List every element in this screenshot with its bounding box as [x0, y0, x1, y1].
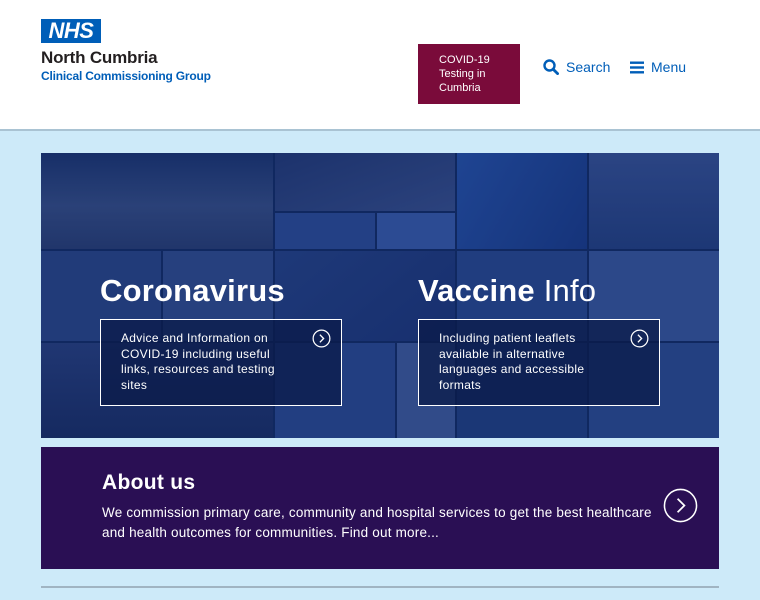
menu-label: Menu — [651, 59, 687, 75]
vaccine-card[interactable]: Including patient leaflets available in … — [418, 319, 660, 406]
about-us-title: About us — [102, 471, 196, 494]
coronavirus-description: Advice and Information on COVID-19 inclu… — [121, 331, 275, 392]
coronavirus-card[interactable]: Advice and Information on COVID-19 inclu… — [100, 319, 342, 406]
site-logo[interactable]: NHS North Cumbria Clinical Commissioning… — [41, 19, 211, 83]
about-us-panel[interactable]: About us We commission primary care, com… — [41, 447, 719, 569]
site-header: NHS North Cumbria Clinical Commissioning… — [0, 0, 760, 131]
org-subtitle: Clinical Commissioning Group — [41, 69, 211, 83]
section-divider — [41, 586, 719, 588]
chevron-right-circle-icon — [630, 329, 649, 348]
vaccine-title-text: Vaccine — [418, 273, 535, 308]
search-label: Search — [566, 59, 611, 75]
menu-button[interactable]: Menu — [630, 57, 686, 77]
covid-testing-button[interactable]: COVID-19 Testing in Cumbria — [418, 44, 520, 104]
covid-button-line: Testing in — [439, 68, 486, 80]
vaccine-title: Vaccine Info — [418, 273, 596, 309]
covid-button-line: Cumbria — [439, 82, 481, 94]
vaccine-title-suffix: Info — [543, 273, 597, 308]
about-us-description: We commission primary care, community an… — [102, 505, 652, 540]
coronavirus-title-text: Coronavirus — [100, 273, 285, 308]
covid-button-line: COVID-19 — [439, 54, 490, 66]
chevron-right-circle-icon — [312, 329, 331, 348]
search-icon — [543, 59, 559, 75]
vaccine-description: Including patient leaflets available in … — [439, 331, 585, 392]
org-name: North Cumbria — [41, 48, 158, 67]
coronavirus-title: Coronavirus — [100, 273, 285, 309]
chevron-right-circle-icon[interactable] — [663, 488, 698, 523]
search-button[interactable]: Search — [543, 57, 610, 77]
hero-banner: Coronavirus Advice and Information on CO… — [41, 153, 719, 438]
nhs-logo-badge: NHS — [41, 19, 101, 43]
hamburger-icon — [630, 61, 644, 74]
